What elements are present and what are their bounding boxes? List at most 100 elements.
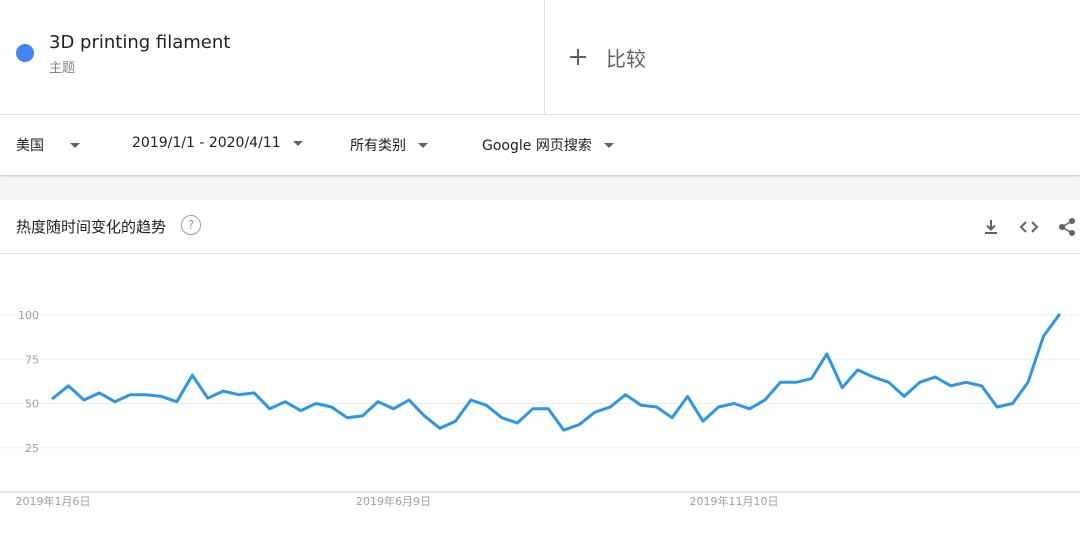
data-point (345, 416, 349, 420)
data-point (268, 407, 272, 411)
data-point (1011, 402, 1015, 406)
data-point (794, 380, 798, 384)
compare-button[interactable]: 比较 (570, 42, 646, 72)
category-dropdown[interactable]: 所有类别 (350, 135, 428, 155)
trend-chart: 25 50 75 100 2019年1月6日 2019年6月9日 2019年11月10日 (0, 254, 1080, 530)
region-dropdown[interactable]: 美国 (16, 135, 80, 155)
term-name[interactable]: 3D printing filament (49, 32, 230, 53)
data-point (639, 403, 643, 407)
y-tick-label: 25 (25, 442, 39, 455)
caret-down-icon (603, 142, 614, 148)
data-point (1026, 380, 1030, 384)
data-point (175, 400, 179, 404)
data-point (732, 402, 736, 406)
data-point (655, 405, 659, 409)
search-type-label: Google 网页搜索 (482, 138, 592, 154)
data-point (453, 419, 457, 423)
search-term-card[interactable]: 3D printing filament 主题 (0, 0, 545, 114)
data-point (361, 414, 365, 418)
y-tick-label: 50 (25, 398, 39, 411)
data-point (918, 380, 922, 384)
data-point (128, 393, 132, 397)
download-button[interactable] (977, 213, 1005, 241)
data-point (469, 398, 473, 402)
data-point (314, 402, 318, 406)
data-point (825, 352, 829, 356)
data-point (206, 396, 210, 400)
data-point (562, 428, 566, 432)
data-point (902, 394, 906, 398)
data-point (190, 373, 194, 377)
data-point (980, 384, 984, 388)
data-point (330, 405, 334, 409)
date-range-label: 2019/1/1 - 2020/4/11 (132, 135, 281, 151)
caret-down-icon (418, 142, 428, 148)
data-point (546, 407, 550, 411)
caret-down-icon (292, 140, 303, 146)
data-point (856, 368, 860, 372)
data-point (113, 400, 117, 404)
data-point (159, 394, 163, 398)
data-point (670, 416, 674, 420)
section-divider (0, 177, 1080, 200)
data-point (1042, 334, 1046, 338)
data-point (809, 377, 813, 381)
data-point (995, 405, 999, 409)
x-tick-label: 2019年6月9日 (356, 494, 431, 508)
data-point (871, 375, 875, 379)
data-point (484, 403, 488, 407)
embed-button[interactable] (1015, 213, 1043, 241)
data-point (717, 405, 721, 409)
data-point (144, 393, 148, 397)
data-point (624, 393, 628, 397)
download-icon (985, 220, 997, 234)
data-point (82, 398, 86, 402)
term-color-dot (16, 44, 34, 62)
data-point (763, 398, 767, 402)
data-point (531, 407, 535, 411)
x-tick-label: 2019年1月6日 (16, 494, 91, 508)
share-icon (1059, 218, 1075, 236)
data-point (438, 426, 442, 430)
data-point (933, 375, 937, 379)
term-row: 3D printing filament 主题 比较 (0, 0, 1080, 115)
term-type: 主题 (49, 61, 76, 76)
y-tick-label: 100 (18, 309, 39, 322)
plus-icon (570, 49, 586, 65)
data-point (422, 414, 426, 418)
search-type-dropdown[interactable]: Google 网页搜索 (482, 135, 614, 155)
data-point (51, 396, 55, 400)
data-point (221, 389, 225, 393)
trend-panel-header: 热度随时间变化的趋势 ? (0, 200, 1080, 254)
category-label: 所有类别 (350, 138, 406, 154)
data-point (964, 380, 968, 384)
data-point (66, 384, 70, 388)
data-point (1057, 313, 1061, 317)
data-point (593, 410, 597, 414)
share-button[interactable] (1053, 213, 1080, 241)
data-point (97, 391, 101, 395)
y-tick-label: 75 (25, 353, 39, 366)
caret-down-icon (70, 142, 80, 148)
x-tick-label: 2019年11月10日 (689, 494, 778, 508)
data-point (252, 391, 256, 395)
date-range-dropdown[interactable]: 2019/1/1 - 2020/4/11 (132, 135, 303, 151)
data-point (887, 380, 891, 384)
filter-bar: 美国 2019/1/1 - 2020/4/11 所有类别 Google 网页搜索 (0, 115, 1080, 175)
help-icon[interactable]: ? (181, 215, 201, 235)
data-point (701, 419, 705, 423)
data-point (407, 398, 411, 402)
data-point (778, 380, 782, 384)
data-point (949, 384, 953, 388)
data-point (299, 409, 303, 413)
data-point (840, 386, 844, 390)
data-point (283, 400, 287, 404)
series-line (51, 313, 1061, 432)
embed-icon (1019, 221, 1039, 233)
trend-chart-svg: 25 50 75 100 2019年1月6日 2019年6月9日 2019年11月10日 (0, 309, 1080, 508)
data-point (500, 416, 504, 420)
data-point (608, 405, 612, 409)
compare-label: 比较 (606, 46, 646, 71)
panel-title: 热度随时间变化的趋势 (16, 218, 167, 236)
data-point (237, 393, 241, 397)
